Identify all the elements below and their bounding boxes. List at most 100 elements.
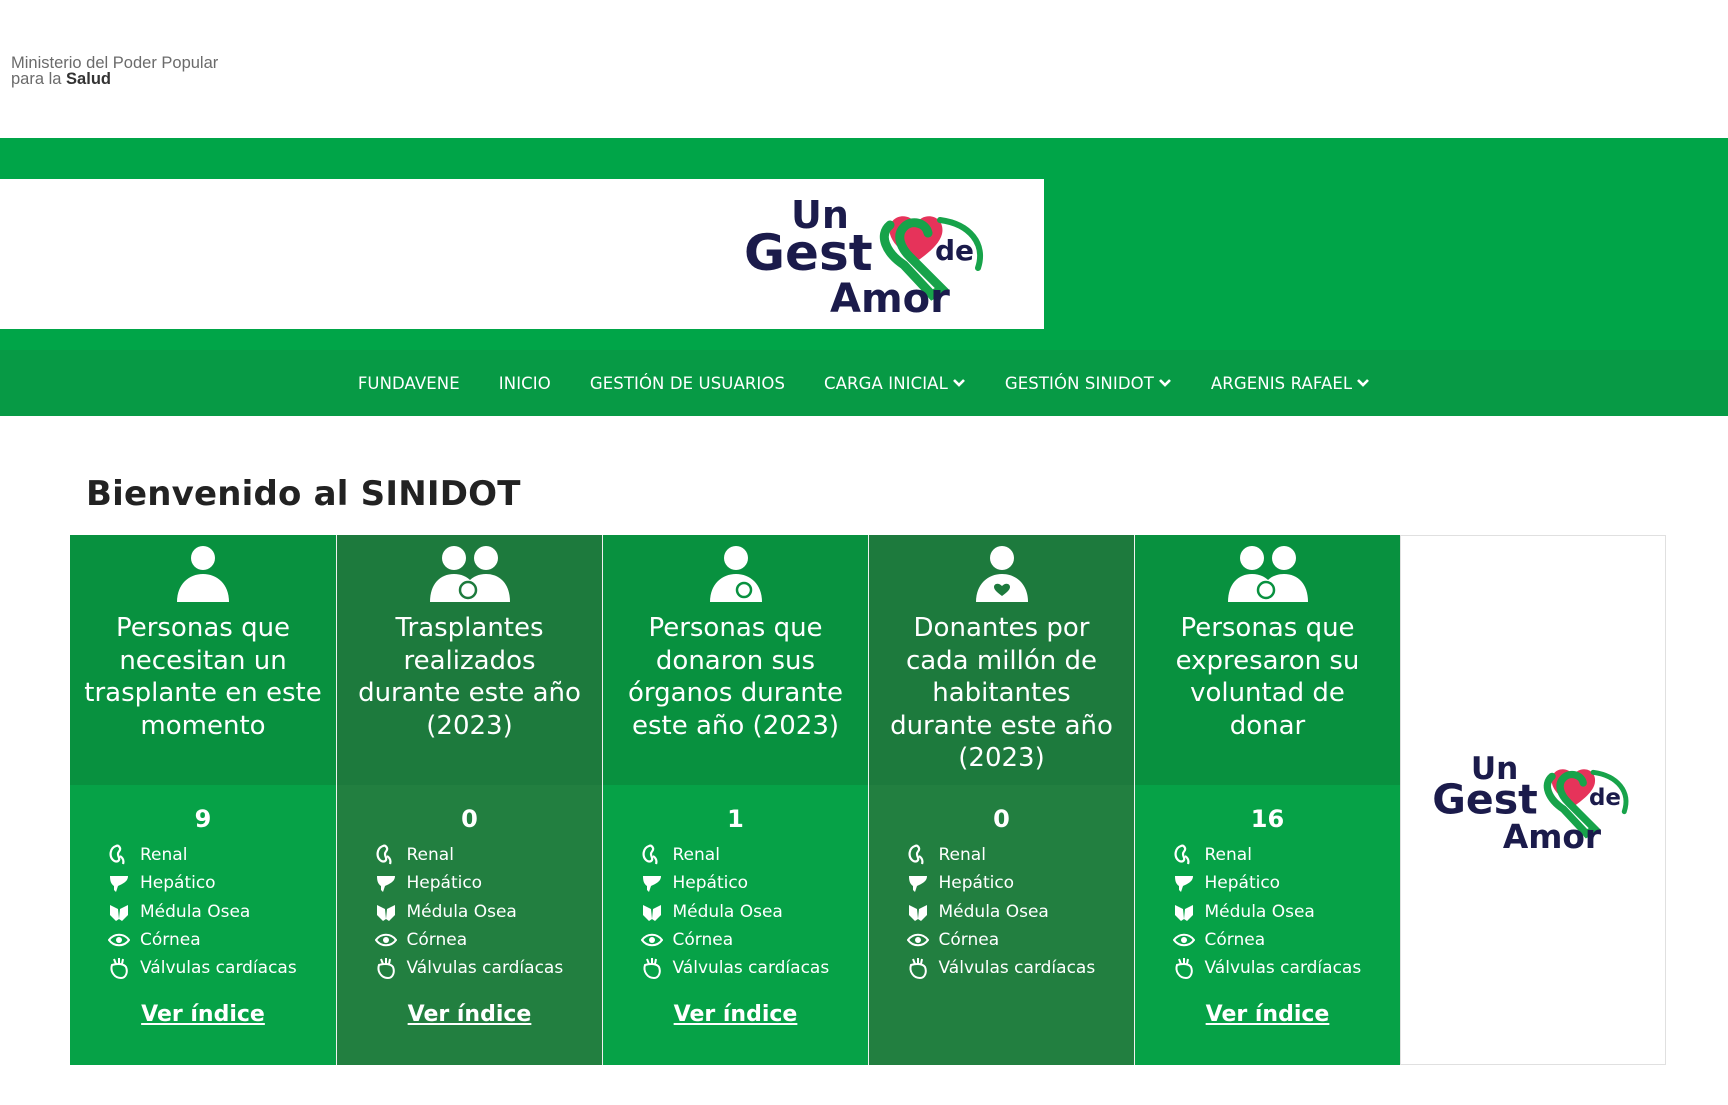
kidney-icon [908,844,923,865]
organ-label: Renal [672,845,720,866]
organ-item: Renal [907,841,1107,869]
organ-label: Hepático [140,873,216,894]
stat-card: Personas que donaron sus órganos durante… [602,535,868,1065]
organ-item: Renal [1173,841,1373,869]
organ-label: Válvulas cardíacas [1204,958,1362,979]
organ-label: Renal [938,845,986,866]
card-title: Trasplantes realizados durante este año … [358,613,581,741]
heart-valve-icon [1175,958,1193,980]
card-title: Personas que necesitan un trasplante en … [84,613,322,741]
bone-marrow-icon [376,904,395,921]
liver-icon [110,876,128,893]
organ-label: Renal [1204,845,1252,866]
organ-item: Médula Osea [641,898,841,926]
kidney-icon [376,844,391,865]
nav-inicio[interactable]: INICIO [479,374,570,393]
organ-item: Hepático [907,869,1107,897]
nav-carga-inicial[interactable]: CARGA INICIAL [805,374,986,393]
organ-item: Córnea [906,926,1107,954]
organ-label: Médula Osea [140,901,251,922]
organ-label: Córnea [672,930,734,951]
nav-fundavene[interactable]: FUNDAVENE [338,374,479,393]
organ-list: Renal Hepático Médula Osea Córnea Válvul… [374,841,575,982]
stat-card: Personas que necesitan un trasplante en … [70,535,336,1065]
organ-label: Válvulas cardíacas [140,958,297,979]
card-count: 0 [993,805,1010,833]
organ-label: Hepático [406,873,483,894]
organ-label: Hepático [672,873,749,894]
organ-item: Renal [375,841,575,869]
main-navbar: FUNDAVENE INICIO GESTIÓN DE USUARIOS CAR… [0,350,1728,416]
bone-marrow-icon [110,904,128,921]
liver-icon [1174,876,1193,893]
organ-list: Renal Hepático Médula Osea Córnea Válvul… [1172,841,1373,982]
card-count: 16 [1250,805,1285,833]
organ-item: Córnea [1172,926,1373,954]
organ-list: Renal Hepático Médula Osea Córnea Válvul… [640,841,841,982]
organ-item: Válvulas cardíacas [1173,954,1373,982]
organ-item: Válvulas cardíacas [108,954,308,982]
organ-item: Córnea [108,926,308,954]
chevron-down-icon [952,379,965,387]
organ-label: Médula Osea [1204,901,1315,922]
organ-item: Córnea [374,926,575,954]
person-heart-icon [975,546,1028,602]
two-persons-organ-icon [429,546,510,602]
organ-item: Hepático [108,869,308,897]
brand-logo-small: Un Gest de Amor [1432,751,1629,856]
nav-gestion-sinidot-label: GESTIÓN SINIDOT [1004,373,1154,393]
nav-gestion-usuarios[interactable]: GESTIÓN DE USUARIOS [570,374,804,393]
liver-icon [908,876,927,893]
organ-label: Médula Osea [672,901,783,922]
eye-icon [906,933,929,947]
ver-indice-link[interactable]: Ver índice [408,1002,532,1027]
logo-card: Un Gest de Amor [1400,535,1666,1065]
card-count: 1 [727,805,744,833]
chevron-down-icon [1357,379,1370,387]
nav-gestion-sinidot[interactable]: GESTIÓN SINIDOT [985,374,1191,393]
organ-label: Válvulas cardíacas [406,958,564,979]
logo-text-gest: Gest [1432,775,1537,823]
brand-logo[interactable]: Un Gest de Amor [740,190,996,322]
heart-valve-icon [110,958,128,980]
stat-card: Trasplantes realizados durante este año … [336,535,602,1065]
organ-item: Válvulas cardíacas [375,954,575,982]
nav-inicio-label: INICIO [498,373,551,393]
organ-label: Córnea [1204,930,1266,951]
ministry-line2: para la Salud [11,71,218,88]
card-count: 9 [194,805,212,833]
ministry-label: Ministerio del Poder Popular para la Sal… [11,55,218,88]
card-title: Donantes por cada millón de habitantes d… [890,613,1113,773]
organ-label: Hepático [938,873,1015,894]
organ-item: Médula Osea [108,898,308,926]
eye-icon [640,933,663,947]
card-count: 0 [461,805,478,833]
organ-item: Médula Osea [907,898,1107,926]
nav-user-menu[interactable]: ARGENIS RAFAEL [1191,374,1389,393]
kidney-icon [109,844,125,865]
eye-icon [374,933,397,947]
liver-icon [642,876,661,893]
organ-label: Médula Osea [938,901,1049,922]
liver-icon [376,876,395,893]
organ-item: Renal [641,841,841,869]
organ-item: Médula Osea [375,898,575,926]
bone-marrow-icon [642,904,661,921]
bone-marrow-icon [908,904,927,921]
organ-item: Válvulas cardíacas [907,954,1107,982]
organ-list: Renal Hepático Médula Osea Córnea Válvul… [108,841,308,982]
organ-item: Médula Osea [1173,898,1373,926]
ver-indice-link[interactable]: Ver índice [674,1002,798,1027]
organ-label: Córnea [938,930,1000,951]
nav-fundavene-label: FUNDAVENE [357,373,460,393]
organ-label: Renal [406,845,454,866]
organ-item: Córnea [640,926,841,954]
logo-text-de: de [935,234,974,267]
organ-item: Hepático [641,869,841,897]
ver-indice-link[interactable]: Ver índice [1206,1002,1330,1027]
ver-indice-link[interactable]: Ver índice [141,1002,265,1027]
logo-text-de: de [1589,785,1621,811]
eye-icon [1172,933,1195,947]
organ-label: Válvulas cardíacas [938,958,1096,979]
person-organ-icon [709,546,762,602]
